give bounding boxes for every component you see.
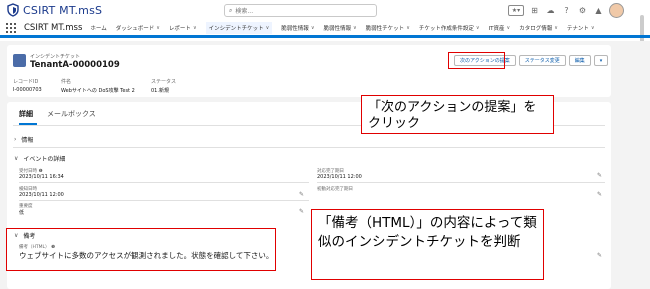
nav-item-report[interactable]: レポート ∨ (169, 24, 197, 32)
divider (19, 200, 309, 201)
chevron-down-icon: ∨ (554, 24, 558, 31)
record-header: インシデントチケット TenantA-00000109 次のアクションの提案 ス… (7, 45, 611, 97)
shield-logo-icon (7, 3, 19, 17)
edit-pencil-icon[interactable]: ✎ (597, 252, 602, 259)
chevron-down-icon: ▾ (599, 57, 603, 64)
first-response-label: 初動対応完了期日 (317, 187, 353, 192)
record-title: TenantA-00000109 (30, 60, 120, 70)
nav-item-dashboard[interactable]: ダッシュボード ∨ (116, 24, 160, 32)
chevron-down-icon: ∨ (475, 24, 480, 31)
field-record-id: レコードID I-00000703 (13, 79, 42, 93)
severity-value: 低 (19, 210, 25, 216)
search-placeholder: 検索... (235, 8, 254, 15)
nav-item-vuln-info-2[interactable]: 脆弱性情報 ∨ (323, 24, 356, 32)
trailhead-icon[interactable]: ☁ (545, 5, 556, 16)
divider (317, 182, 605, 183)
tab-mailbox[interactable]: メールボックス (47, 109, 96, 119)
chevron-down-icon: ∨ (192, 24, 197, 31)
global-search[interactable]: ⌕ 検索... (224, 4, 377, 17)
chevron-down-icon: ∨ (310, 24, 315, 31)
change-status-button[interactable]: ステータス変更 (518, 55, 566, 66)
chevron-right-icon: › (14, 136, 17, 143)
app-launcher-icon[interactable] (6, 22, 16, 33)
callout-click-suggest: 「次のアクションの提案」をクリック (361, 95, 554, 134)
field-subject: 件名 Webサイトへの DoS攻撃 Test 2 (61, 79, 135, 94)
divider (13, 147, 605, 148)
nav-item-vuln-ticket[interactable]: 脆弱性チケット ∨ (366, 24, 410, 32)
chevron-down-icon: ∨ (156, 24, 160, 31)
chevron-down-icon: ∨ (506, 24, 511, 31)
favorites-icon[interactable]: ★▾ (508, 5, 524, 16)
search-icon: ⌕ (229, 6, 233, 14)
global-header: CSIRT MT.msS ⌕ 検索... ★▾ ⊞ ☁ ? ⚙ ▲ (0, 0, 650, 20)
edit-pencil-icon[interactable]: ✎ (597, 191, 602, 198)
callout-remarks-judge: 「備考（HTML）」の内容によって類似のインシデントチケットを判断 (311, 209, 544, 280)
section-event-toggle[interactable]: ∨ イベントの詳細 (14, 154, 65, 163)
nav-bar: CSIRT MT.mss ホーム ダッシュボード ∨ レポート ∨ インシデントチケ… (0, 20, 650, 38)
more-actions-button[interactable]: ▾ (593, 55, 609, 66)
section-info-toggle[interactable]: › 情報 (14, 135, 33, 144)
gear-icon[interactable]: ⚙ (577, 5, 588, 16)
chevron-down-icon: ∨ (590, 24, 595, 31)
field-status: ステータス 01.新規 (151, 79, 177, 94)
nav-item-catalog[interactable]: カタログ情報 ∨ (519, 24, 558, 32)
app-logo[interactable]: CSIRT MT.msS (6, 3, 102, 17)
nav-item-home[interactable]: ホーム (90, 24, 106, 32)
nav-item-it-assets[interactable]: IT資産 ∨ (489, 24, 511, 32)
divider (19, 182, 309, 183)
chevron-down-icon: ∨ (406, 24, 410, 31)
chevron-down-icon: ∨ (14, 155, 19, 162)
edit-pencil-icon[interactable]: ✎ (597, 172, 602, 179)
edit-pencil-icon[interactable]: ✎ (299, 191, 304, 198)
record-type: インシデントチケット (30, 54, 81, 60)
chevron-down-icon: ∨ (353, 24, 357, 31)
help-icon[interactable]: ? (561, 5, 572, 16)
app-name: CSIRT MT.mss (24, 22, 83, 33)
add-icon[interactable]: ⊞ (529, 5, 540, 16)
tab-details[interactable]: 詳細 (19, 109, 33, 119)
target-date-value: 2023/10/11 12:00 (317, 174, 362, 180)
nav-item-tenant[interactable]: テナント ∨ (567, 24, 595, 32)
received-value: 2023/10/11 16:34 (19, 174, 64, 180)
highlight-remarks (6, 228, 276, 271)
avatar[interactable] (609, 3, 624, 18)
nav-item-vuln-info[interactable]: 脆弱性情報 ∨ (281, 24, 314, 32)
edit-button[interactable]: 編集 (568, 55, 591, 66)
highlight-suggest-button (448, 52, 505, 69)
logo-text: CSIRT MT.msS (23, 3, 103, 17)
incident-record-icon (13, 54, 26, 67)
chevron-down-icon: ∨ (265, 24, 270, 31)
nav-item-ticket-conditions[interactable]: チケット作成条件設定 ∨ (419, 24, 480, 32)
edit-pencil-icon[interactable]: ✎ (299, 208, 304, 215)
bell-icon[interactable]: ▲ (593, 5, 604, 16)
nav-item-incident-ticket[interactable]: インシデントチケット ∨ (205, 21, 273, 34)
detected-value: 2023/10/11 12:00 (19, 192, 64, 198)
